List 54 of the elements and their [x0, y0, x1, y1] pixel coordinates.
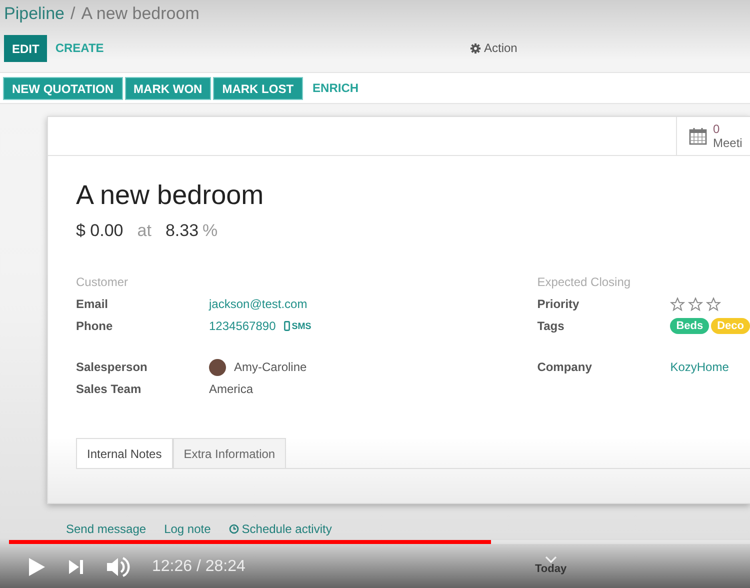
- record-title: A new bedroom: [76, 180, 265, 211]
- schedule-activity-link[interactable]: Schedule activity: [228, 522, 332, 536]
- tag: Beds: [670, 318, 710, 334]
- gear-icon: [470, 42, 481, 54]
- skip-next-icon[interactable]: [68, 559, 84, 575]
- at-label: at: [137, 221, 152, 241]
- field-label: Company: [537, 359, 593, 376]
- tag: Deco: [711, 318, 750, 334]
- breadcrumb-current: A new bedroom: [81, 4, 200, 24]
- field-label: Sales Team: [76, 381, 142, 398]
- field-label: Phone: [76, 318, 114, 335]
- action-button[interactable]: MARK WON: [124, 76, 212, 100]
- phone-icon: [284, 321, 290, 331]
- chatter-link[interactable]: Send message: [66, 522, 146, 536]
- video-time: 12:26 / 28:24: [152, 558, 246, 576]
- group-heading: Expected Closing: [537, 274, 632, 291]
- chatter-link[interactable]: Log note: [164, 522, 211, 536]
- probability-value: 8.33: [165, 221, 199, 241]
- calendar-icon: [689, 127, 707, 145]
- play-icon[interactable]: [28, 557, 46, 577]
- percent-sign: %: [202, 221, 218, 241]
- today-label: Today: [535, 563, 567, 575]
- field-label: Salesperson: [76, 359, 148, 376]
- action-button[interactable]: MARK LOST: [213, 76, 303, 100]
- field-link[interactable]: jackson@test.com: [209, 297, 308, 311]
- avatar: [209, 358, 226, 376]
- link-button[interactable]: ENRICH: [304, 74, 367, 102]
- priority-stars[interactable]: [670, 296, 722, 312]
- star-icon[interactable]: [706, 296, 722, 312]
- breadcrumb-link[interactable]: Pipeline: [4, 4, 64, 24]
- notebook-tab[interactable]: Extra Information: [172, 438, 286, 468]
- link-button[interactable]: CREATE: [47, 34, 112, 62]
- expected-revenue: $ 0.00: [76, 221, 124, 241]
- star-icon[interactable]: [688, 296, 704, 312]
- star-icon[interactable]: [670, 296, 686, 312]
- action-button[interactable]: EDIT: [4, 34, 48, 62]
- progress-bar[interactable]: [9, 540, 750, 544]
- field-value: Amy-Caroline: [234, 360, 307, 374]
- group-heading: Customer: [76, 274, 130, 291]
- field-label: Priority: [537, 296, 580, 313]
- field-link[interactable]: KozyHome: [670, 360, 729, 374]
- notebook-tab[interactable]: Internal Notes: [76, 438, 173, 468]
- clock-icon: [228, 524, 239, 534]
- field-label: Email: [76, 296, 110, 313]
- action-menu[interactable]: Action: [470, 41, 518, 55]
- phone-link[interactable]: 1234567890: [209, 319, 276, 333]
- volume-icon[interactable]: [106, 556, 130, 578]
- action-button[interactable]: NEW QUOTATION: [3, 76, 123, 100]
- meetings-button[interactable]: 0 Meeti: [676, 117, 750, 155]
- chevron-down-icon: [544, 556, 557, 563]
- sms-link[interactable]: SMS: [284, 321, 312, 331]
- breadcrumb-separator: /: [70, 4, 76, 24]
- field-label: Tags: [537, 318, 566, 335]
- field-value: America: [209, 382, 254, 396]
